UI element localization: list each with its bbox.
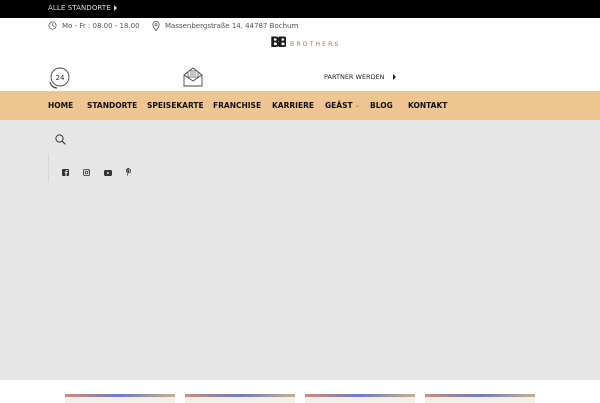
top-bar: ALLE STANDORTE: [0, 0, 600, 18]
nav-standorte[interactable]: STANDORTE: [87, 101, 137, 110]
location-pin-icon: [152, 21, 160, 31]
phone-24-icon[interactable]: 24: [47, 66, 71, 94]
address: Massenbergstraße 14, 44787 Bochum: [152, 21, 298, 31]
location-card[interactable]: [305, 394, 415, 403]
bb-logo-mark: BB: [270, 35, 286, 50]
opening-hours: Mo - Fr : 08.00 - 18.00: [48, 21, 140, 30]
brand-wordmark: BROTHERS: [290, 40, 341, 48]
nav-franchise[interactable]: FRANCHISE: [213, 101, 261, 110]
clock-icon: [48, 21, 57, 30]
brand-logo[interactable]: BB BROTHERS: [270, 32, 341, 50]
chevron-right-icon[interactable]: [114, 5, 117, 11]
partner-link[interactable]: PARTNER WERDEN: [324, 73, 385, 81]
location-card[interactable]: [425, 394, 535, 403]
mail-icon[interactable]: [182, 66, 204, 92]
address-text: Massenbergstraße 14, 44787 Bochum: [165, 22, 299, 30]
location-card[interactable]: [65, 394, 175, 403]
nav-karriere[interactable]: KARRIERE: [272, 101, 314, 110]
pinterest-icon[interactable]: [126, 161, 132, 180]
search-icon[interactable]: [55, 130, 66, 149]
nav-kontakt[interactable]: KONTAKT: [408, 101, 447, 110]
nav-home[interactable]: HOME: [48, 101, 73, 110]
phone-24-label: 24: [56, 74, 65, 82]
instagram-icon[interactable]: [83, 161, 90, 180]
nav-geast[interactable]: GEÄST: [325, 101, 353, 110]
main-navigation: HOME STANDORTE SPEISEKARTE FRANCHISE KAR…: [0, 91, 600, 120]
chevron-right-icon[interactable]: [393, 74, 396, 80]
nav-speisekarte[interactable]: SPEISEKARTE: [147, 101, 204, 110]
chevron-down-icon[interactable]: ⌄: [355, 102, 360, 109]
location-card[interactable]: [185, 394, 295, 403]
nav-blog[interactable]: BLOG: [370, 101, 393, 110]
facebook-icon[interactable]: [62, 161, 69, 180]
youtube-icon[interactable]: [104, 161, 112, 180]
svg-text:BB: BB: [270, 35, 286, 50]
hours-text: Mo - Fr : 08.00 - 18.00: [62, 21, 140, 30]
all-locations-link[interactable]: ALLE STANDORTE: [48, 4, 111, 12]
